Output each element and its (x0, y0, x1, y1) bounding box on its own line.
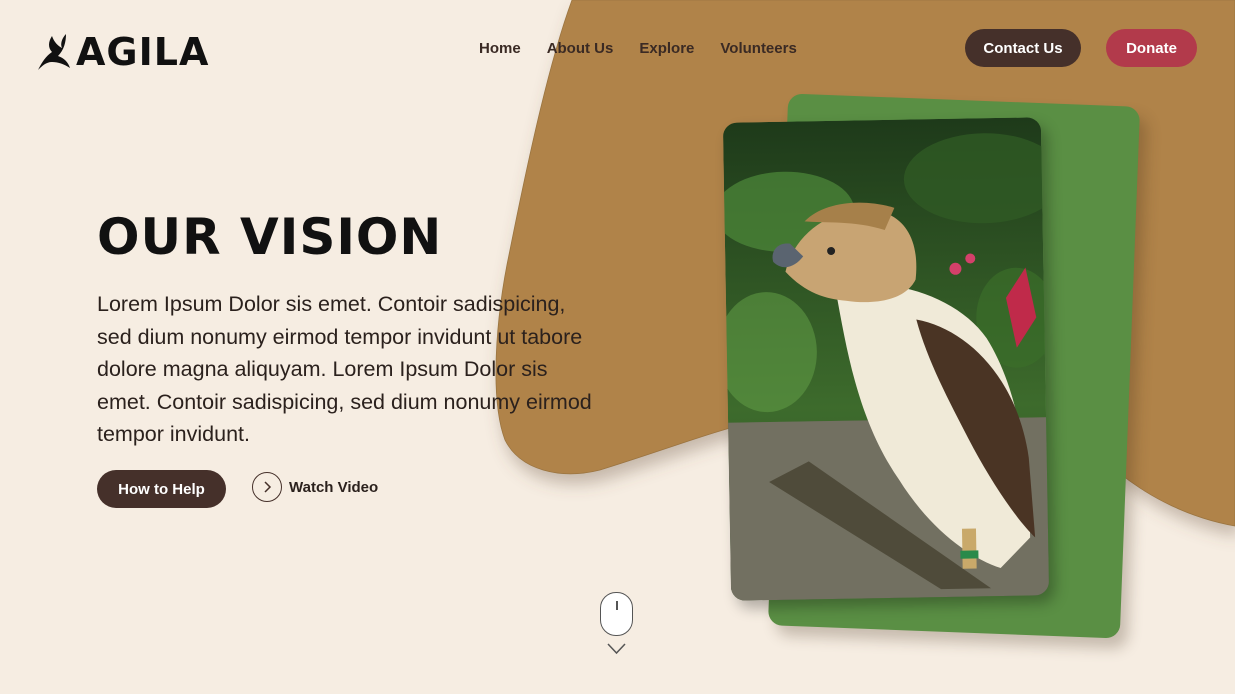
play-chevron-icon (252, 472, 282, 502)
contact-us-button[interactable]: Contact Us (965, 29, 1081, 67)
eagle-photo (722, 117, 1050, 601)
hero-description: Lorem Ipsum Dolor sis emet. Contoir sadi… (97, 292, 592, 446)
page-title: OUR VISION (97, 208, 443, 266)
chevron-down-icon[interactable] (607, 643, 626, 655)
nav-volunteers[interactable]: Volunteers (720, 40, 796, 57)
nav-home[interactable]: Home (479, 40, 521, 57)
brand-logo[interactable]: AGILA (36, 32, 209, 72)
donate-button[interactable]: Donate (1106, 29, 1197, 67)
eagle-icon (38, 34, 70, 70)
watch-video-button[interactable]: Watch Video (252, 472, 378, 502)
brand-name: AGILA (76, 30, 210, 74)
main-nav: Home About Us Explore Volunteers (479, 40, 797, 57)
mouse-icon (600, 592, 633, 636)
watch-video-label: Watch Video (289, 478, 379, 496)
nav-explore[interactable]: Explore (639, 40, 694, 57)
nav-about-us[interactable]: About Us (547, 40, 614, 57)
how-to-help-button[interactable]: How to Help (97, 470, 226, 508)
